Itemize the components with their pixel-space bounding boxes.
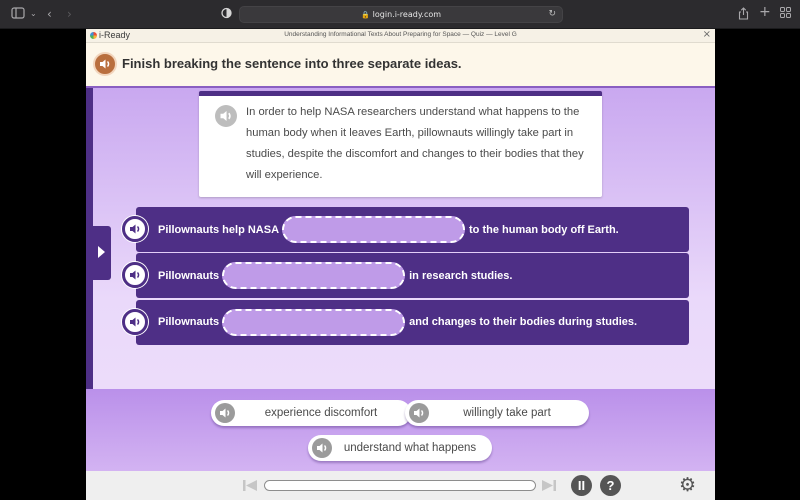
answer-chip[interactable]: willingly take part bbox=[405, 400, 589, 426]
sentence-row: Pillownauts help NASA to the human body … bbox=[122, 207, 689, 252]
speaker-icon bbox=[130, 317, 140, 327]
chip-audio-button[interactable] bbox=[215, 403, 235, 423]
address-bar[interactable]: 🔒 login.i-ready.com ↻ bbox=[239, 6, 563, 23]
privacy-shield-icon[interactable] bbox=[221, 7, 232, 22]
row-audio-button[interactable] bbox=[122, 216, 148, 242]
chip-label: understand what happens bbox=[343, 442, 477, 454]
settings-gear-icon[interactable]: ⚙ bbox=[679, 475, 696, 496]
speaker-icon bbox=[130, 270, 140, 280]
tab-overview-icon[interactable] bbox=[780, 7, 791, 21]
reload-icon[interactable]: ↻ bbox=[548, 7, 556, 22]
answer-bank: experience discomfort willingly take par… bbox=[86, 389, 715, 471]
speaker-icon bbox=[414, 408, 424, 418]
chip-label: experience discomfort bbox=[264, 407, 378, 419]
expand-panel-button[interactable] bbox=[93, 226, 111, 280]
lesson-progress-bar[interactable] bbox=[264, 480, 536, 491]
player-footer: II ? ⚙ bbox=[86, 471, 715, 500]
app-header: i-Ready Understanding Informational Text… bbox=[86, 29, 715, 43]
sentence-row: Pillownauts in research studies. bbox=[122, 253, 689, 299]
row-text-before: Pillownauts help NASA bbox=[158, 223, 280, 236]
answer-drop-zone[interactable] bbox=[282, 216, 466, 243]
speaker-icon bbox=[100, 59, 110, 69]
speaker-icon bbox=[130, 224, 140, 234]
question-stage: In order to help NASA researchers unders… bbox=[86, 86, 715, 389]
answer-drop-zone[interactable] bbox=[222, 308, 406, 336]
row-text-after: in research studies. bbox=[409, 269, 513, 282]
sentence-row: Pillownauts and changes to their bodies … bbox=[122, 299, 689, 345]
chip-audio-button[interactable] bbox=[409, 403, 429, 423]
answer-chip[interactable]: experience discomfort bbox=[211, 400, 411, 426]
row-text-before: Pillownauts bbox=[158, 316, 220, 329]
answer-drop-zone[interactable] bbox=[222, 262, 406, 290]
iready-app: i-Ready Understanding Informational Text… bbox=[86, 29, 715, 500]
chip-audio-button[interactable] bbox=[312, 438, 332, 458]
answer-chip[interactable]: understand what happens bbox=[308, 435, 492, 461]
url-text: login.i-ready.com bbox=[372, 10, 442, 19]
chip-label: willingly take part bbox=[463, 407, 551, 419]
skip-back-icon[interactable] bbox=[242, 479, 258, 495]
passage-audio-button[interactable] bbox=[215, 105, 237, 127]
play-arrow-icon bbox=[98, 246, 105, 258]
speaker-icon bbox=[220, 408, 230, 418]
left-edge-bar bbox=[86, 88, 93, 389]
forward-icon[interactable]: › bbox=[67, 7, 72, 21]
row-text-after: to the human body off Earth. bbox=[469, 223, 619, 236]
prompt-bar: Finish breaking the sentence into three … bbox=[86, 43, 715, 86]
skip-forward-icon[interactable] bbox=[541, 479, 557, 495]
browser-toolbar: ⌄ ‹ › 🔒 login.i-ready.com ↻ + bbox=[0, 0, 800, 29]
new-tab-icon[interactable]: + bbox=[759, 5, 771, 19]
lock-icon: 🔒 bbox=[360, 11, 370, 19]
lesson-title: Understanding Informational Texts About … bbox=[284, 31, 517, 38]
close-icon[interactable]: × bbox=[703, 29, 711, 40]
prompt-text: Finish breaking the sentence into three … bbox=[122, 56, 462, 71]
pause-button[interactable]: II bbox=[571, 475, 592, 496]
row-audio-button[interactable] bbox=[122, 308, 148, 335]
back-icon[interactable]: ‹ bbox=[47, 7, 52, 21]
row-audio-button[interactable] bbox=[122, 262, 148, 289]
prompt-audio-button[interactable] bbox=[93, 52, 117, 76]
passage-text: In order to help NASA researchers unders… bbox=[246, 106, 584, 181]
chevron-down-icon[interactable]: ⌄ bbox=[30, 7, 37, 21]
help-button[interactable]: ? bbox=[600, 475, 621, 496]
share-icon[interactable] bbox=[738, 7, 749, 23]
row-text-before: Pillownauts bbox=[158, 269, 220, 282]
row-text-after: and changes to their bodies during studi… bbox=[409, 316, 638, 329]
speaker-icon bbox=[317, 443, 327, 453]
passage-card: In order to help NASA researchers unders… bbox=[199, 91, 602, 197]
sidebar-icon[interactable] bbox=[11, 7, 25, 22]
speaker-icon bbox=[220, 111, 231, 121]
sentence-rows: Pillownauts help NASA to the human body … bbox=[122, 207, 689, 346]
